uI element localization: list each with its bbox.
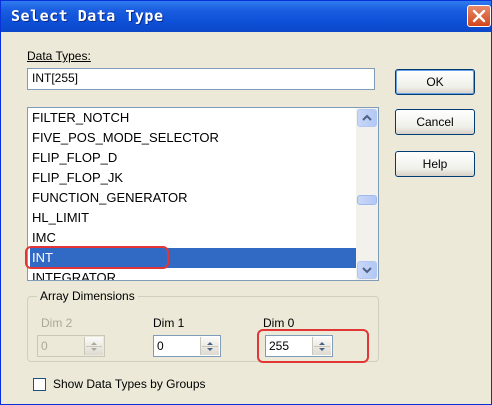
scroll-down-button[interactable]	[357, 261, 377, 279]
data-types-input[interactable]: INT[255]	[27, 68, 375, 90]
spin-arrows-icon	[202, 342, 218, 351]
list-item[interactable]: FLIP_FLOP_D	[30, 148, 358, 168]
dim2-spin-buttons	[84, 337, 103, 355]
spin-arrows-icon	[86, 342, 102, 351]
scroll-thumb[interactable]	[357, 195, 377, 205]
title-bar[interactable]: Select Data Type	[1, 1, 491, 32]
show-groups-checkbox[interactable]	[33, 378, 46, 391]
cancel-button[interactable]: Cancel	[395, 109, 475, 135]
scroll-up-button[interactable]	[357, 109, 377, 127]
window-title: Select Data Type	[11, 7, 164, 25]
help-button[interactable]: Help	[395, 151, 475, 177]
scroll-up-icon	[362, 114, 372, 121]
array-dimensions-title: Array Dimensions	[37, 289, 138, 303]
dim1-spinbox[interactable]: 0	[153, 335, 221, 357]
ok-button[interactable]: OK	[395, 69, 475, 95]
list-item[interactable]: FIVE_POS_MODE_SELECTOR	[30, 128, 358, 148]
list-item[interactable]: FLIP_FLOP_JK	[30, 168, 358, 188]
show-groups-label[interactable]: Show Data Types by Groups	[53, 377, 206, 391]
list-item[interactable]: FILTER_NOTCH	[30, 108, 358, 128]
dim2-spinbox: 0	[37, 335, 105, 357]
dim2-label: Dim 2	[41, 316, 73, 330]
dim0-label: Dim 0	[263, 316, 295, 330]
list-item[interactable]: FUNCTION_GENERATOR	[30, 188, 358, 208]
highlight-box-int	[25, 246, 169, 269]
dim1-value[interactable]: 0	[157, 339, 164, 353]
select-data-type-dialog: Select Data Type Data Types: INT[255] OK…	[0, 0, 492, 405]
dim1-spin-buttons[interactable]	[200, 337, 219, 355]
list-item[interactable]: HL_LIMIT	[30, 208, 358, 228]
data-types-label: Data Types:	[27, 49, 91, 63]
list-item[interactable]: IMC	[30, 228, 358, 248]
list-item[interactable]: INTEGRATOR	[30, 268, 358, 280]
dim2-value: 0	[41, 339, 48, 353]
highlight-box-dim0	[257, 329, 369, 363]
scroll-down-icon	[362, 267, 372, 274]
dim1-label: Dim 1	[153, 316, 185, 330]
list-scrollbar[interactable]	[356, 108, 378, 280]
close-icon	[472, 9, 486, 23]
close-button[interactable]	[467, 5, 491, 27]
